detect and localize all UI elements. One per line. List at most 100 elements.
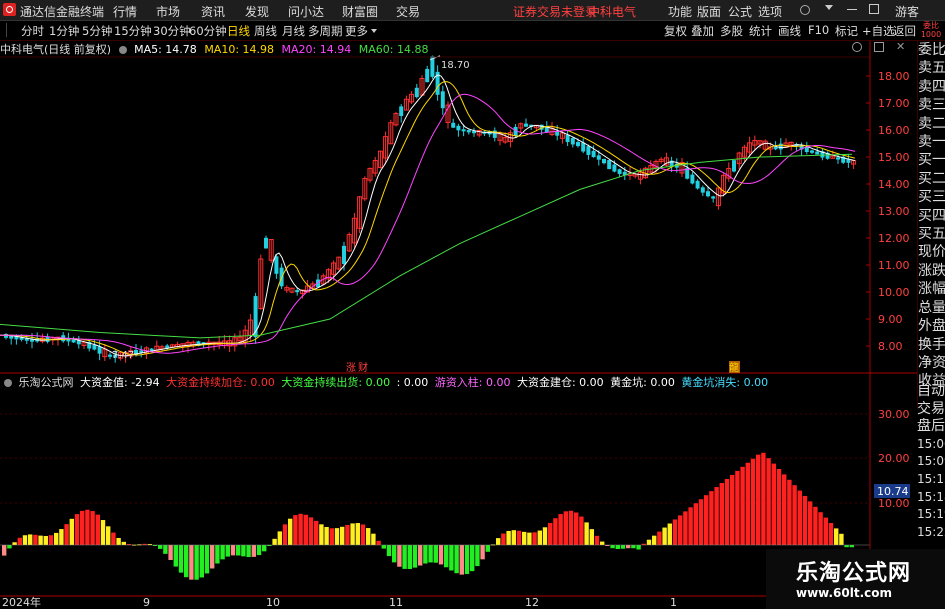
indicator-bar-positive xyxy=(314,520,319,545)
side-time-6: 15:22 xyxy=(917,524,945,539)
candle-body-down xyxy=(570,138,575,145)
side-buy4: 买四 xyxy=(918,207,945,224)
indicator-bar-positive xyxy=(740,466,745,545)
side-buy5: 买五 xyxy=(918,226,945,243)
indicator-bar-positive xyxy=(719,483,724,545)
candle-body-down xyxy=(711,196,716,199)
indicator-bar-negative xyxy=(423,545,428,564)
indicator-bar-positive xyxy=(80,510,85,545)
indicator-bar-positive xyxy=(303,514,308,545)
indicator-bar-negative xyxy=(464,545,470,575)
indicator-bar-positive xyxy=(116,537,121,545)
indicator-bar-positive xyxy=(558,514,563,545)
indicator-bar-positive xyxy=(568,510,574,545)
indicator-bar-positive xyxy=(735,470,740,545)
indicator-bar-positive xyxy=(121,541,126,545)
indicator-bar-negative xyxy=(449,545,454,571)
y-tick-10: 10.00 xyxy=(878,286,910,299)
indicator-bar-positive xyxy=(787,479,792,545)
indicator-bar-positive xyxy=(594,535,600,545)
indicator-bar-positive xyxy=(776,468,782,545)
indicator-bar-negative xyxy=(454,545,459,574)
sub-y-tick-30: 30.00 xyxy=(878,408,910,421)
indicator-bar-positive xyxy=(85,509,90,545)
ma60-line xyxy=(0,153,853,339)
indicator-bar-positive xyxy=(350,523,355,545)
candle-body-down xyxy=(836,157,840,160)
indicator-bar-negative xyxy=(158,545,163,549)
side-after[interactable]: 盘后 xyxy=(917,418,945,436)
indicator-bar-positive xyxy=(516,530,522,545)
indicator-bar-positive xyxy=(693,503,698,545)
indicator-bar-positive xyxy=(319,524,324,545)
side-weibi[interactable]: 委比 xyxy=(918,41,945,59)
indicator-bar-negative xyxy=(7,545,12,549)
indicator-bar-negative xyxy=(199,545,204,578)
watermark-title: 乐淘公式网 xyxy=(796,561,912,586)
indicator-bar-negative xyxy=(381,545,386,549)
side-time-4: 15:18 xyxy=(917,489,945,504)
side-trade[interactable]: 交易 xyxy=(917,401,945,419)
side-change-pct: 涨幅 xyxy=(918,281,945,298)
y-tick-12: 12.00 xyxy=(878,232,910,245)
marker-zhang: 涨 xyxy=(346,362,356,374)
indicator-bar-negative xyxy=(470,545,475,572)
indicator-bar-negative xyxy=(620,545,626,549)
side-sell1: 卖一 xyxy=(918,134,945,151)
side-sell3: 卖三 xyxy=(918,97,945,114)
indicator-bar-positive xyxy=(28,534,33,545)
side-auto[interactable]: 自动 xyxy=(917,383,945,401)
indicator-bar-positive xyxy=(589,529,594,545)
indicator-bar-negative xyxy=(173,545,178,567)
indicator-bar-positive xyxy=(724,478,730,545)
side-buy1: 买一 xyxy=(918,152,945,169)
indicator-bar-positive xyxy=(43,535,48,545)
candle-body-down xyxy=(612,164,617,172)
indicator-bar-negative xyxy=(204,545,210,574)
indicator-bar-positive xyxy=(277,531,282,545)
watermark: 乐淘公式网 www.60lt.com xyxy=(766,549,945,609)
indicator-bar-positive xyxy=(678,515,683,545)
candle-body-down xyxy=(695,180,700,189)
indicator-bar-negative xyxy=(230,545,236,556)
indicator-bar-positive xyxy=(683,511,688,545)
y-tick-13: 13.00 xyxy=(878,205,910,218)
ma20-line xyxy=(0,93,856,354)
indicator-bar-negative xyxy=(262,545,267,552)
indicator-bar-positive xyxy=(288,518,293,545)
indicator-bar-negative xyxy=(168,545,173,561)
y-tick-17: 17.00 xyxy=(878,97,910,110)
indicator-bar-positive xyxy=(828,522,834,545)
indicator-bar-negative xyxy=(251,545,256,557)
indicator-bar-positive xyxy=(54,532,59,545)
indicator-bar-positive xyxy=(704,495,709,545)
indicator-bar-negative xyxy=(402,545,407,569)
indicator-bar-negative xyxy=(444,545,449,568)
indicator-bar-negative xyxy=(626,545,631,549)
indicator-bar-positive xyxy=(537,530,542,545)
indicator-bar-positive xyxy=(542,527,548,545)
indicator-bar-positive xyxy=(90,511,95,545)
side-volume: 总量 xyxy=(918,299,945,316)
indicator-bar-positive xyxy=(761,452,766,545)
candle-body-down xyxy=(264,237,268,249)
indicator-bar-positive xyxy=(74,514,80,545)
kline-chart[interactable]: 18.00 17.00 16.00 15.00 14.00 13.00 12.0… xyxy=(0,0,945,609)
indicator-bar-positive xyxy=(106,526,111,545)
indicator-bar-positive xyxy=(730,474,735,545)
indicator-bar-positive xyxy=(527,532,532,545)
indicator-bar-negative xyxy=(178,545,184,573)
indicator-bar-positive xyxy=(293,515,298,545)
indicator-bar-negative xyxy=(397,545,402,567)
candle-body-down xyxy=(425,68,430,83)
indicator-bar-positive xyxy=(22,535,28,545)
indicator-bar-negative xyxy=(184,545,189,578)
candle-body-down xyxy=(97,346,102,354)
candle-body-down xyxy=(461,129,466,132)
indicator-bar-positive xyxy=(818,512,823,545)
y-tick-16: 16.00 xyxy=(878,124,910,137)
indicator-bar-positive xyxy=(59,529,64,545)
indicator-bar-positive xyxy=(366,528,371,545)
indicator-bar-positive xyxy=(501,533,506,545)
indicator-bar-negative xyxy=(459,545,464,575)
